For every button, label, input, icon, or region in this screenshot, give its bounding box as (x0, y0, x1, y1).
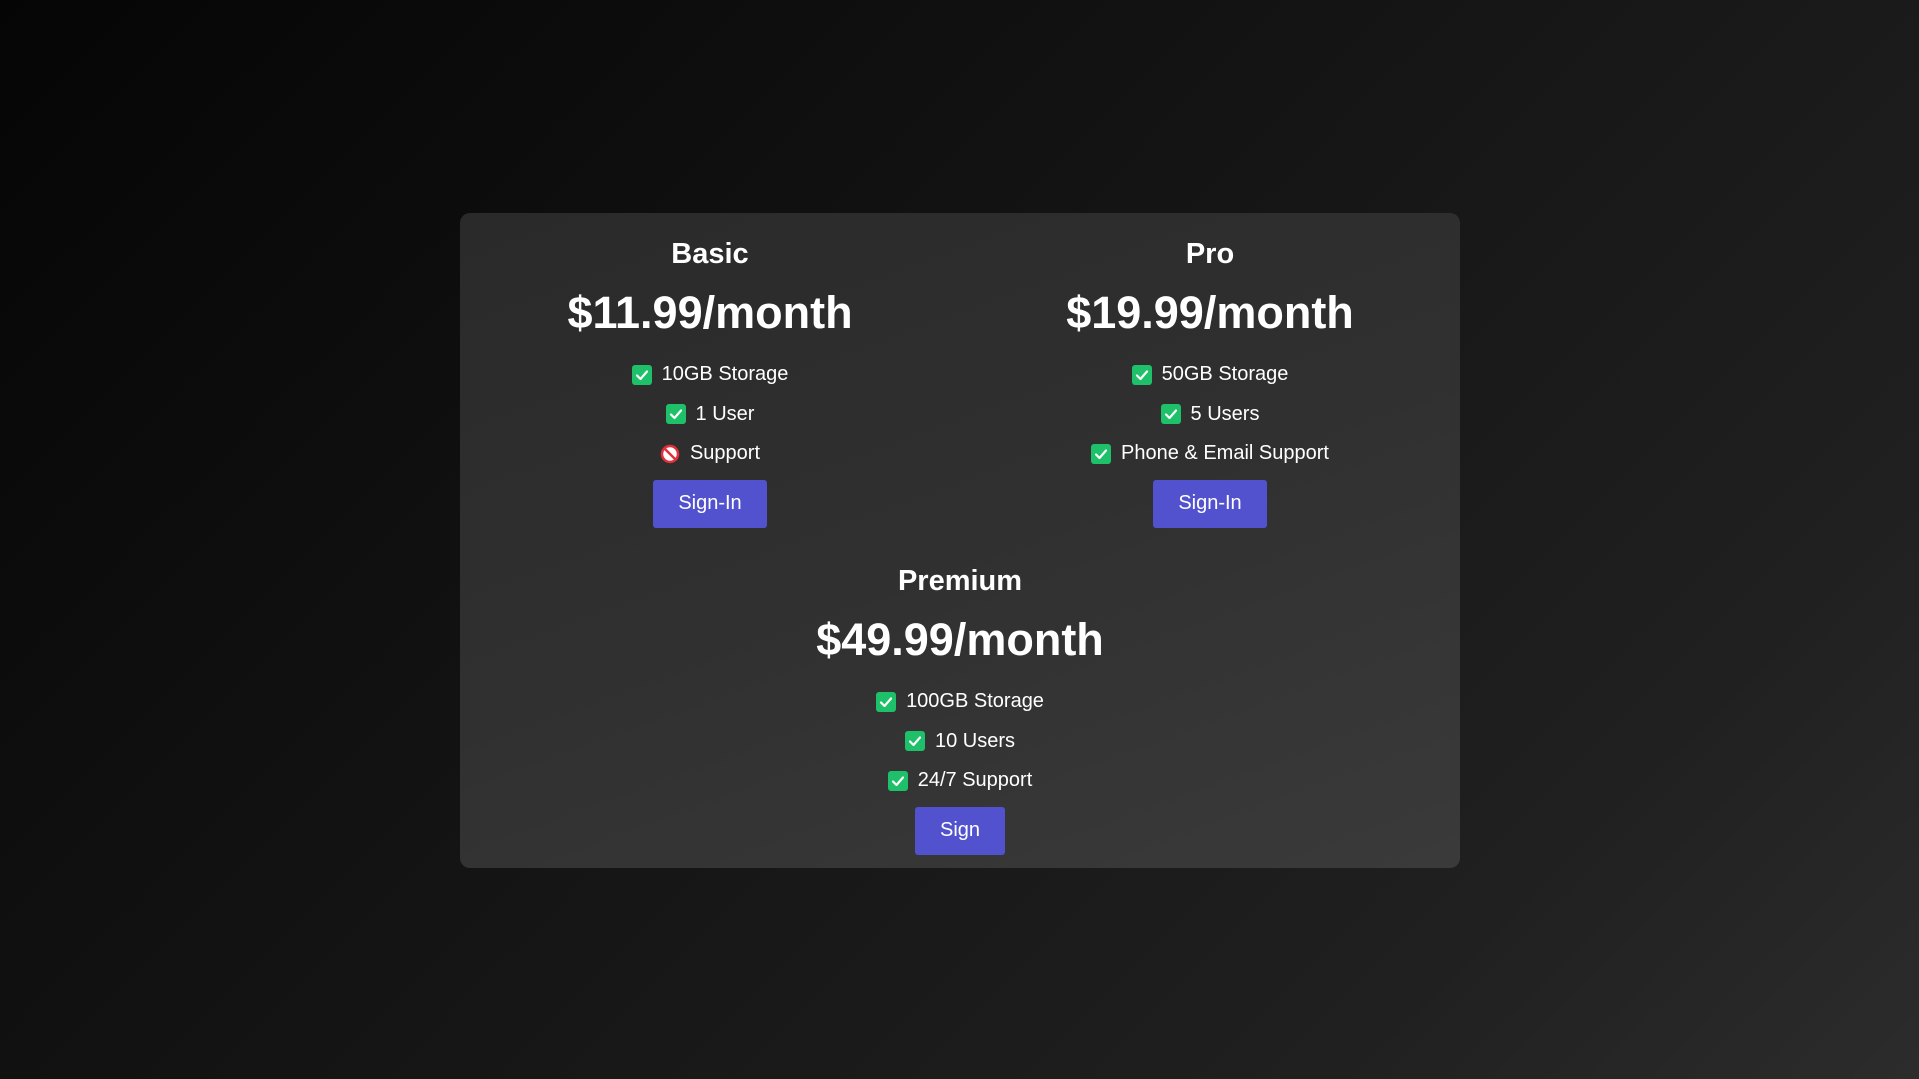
plan-name: Premium (897, 565, 1023, 597)
sign-in-button-pro[interactable]: Sign-In (1153, 479, 1267, 528)
feature-item: 10GB Storage (631, 355, 789, 395)
plan-card-pro: Pro $19.99/month 50GB Storage 5 Users Ph… (960, 237, 1460, 528)
feature-item: Phone & Email Support (1091, 434, 1329, 474)
feature-list: 100GB Storage 10 Users 24/7 Support (876, 682, 1044, 801)
pricing-panel: Basic $11.99/month 10GB Storage 1 User S… (460, 213, 1460, 868)
plan-price: $11.99/month (567, 287, 853, 338)
check-icon (1091, 443, 1112, 464)
feature-label: 100GB Storage (906, 690, 1044, 713)
sign-in-button-basic[interactable]: Sign-In (653, 479, 767, 528)
feature-list: 10GB Storage 1 User Support (631, 355, 789, 474)
check-icon (665, 404, 686, 425)
feature-label: 10 Users (934, 729, 1016, 752)
feature-label: Support (689, 442, 761, 465)
plan-card-premium: Premium $49.99/month 100GB Storage 10 Us… (710, 564, 1210, 855)
sign-button-premium[interactable]: Sign (914, 806, 1006, 855)
feature-item: Support (660, 434, 760, 474)
feature-label: 50GB Storage (1161, 363, 1289, 386)
check-icon (904, 731, 925, 752)
check-icon (887, 770, 908, 791)
plan-price: $19.99/month (1066, 287, 1354, 338)
check-icon (876, 691, 897, 712)
check-icon (1131, 364, 1152, 385)
check-icon (1160, 404, 1181, 425)
feature-label: 10GB Storage (661, 363, 789, 386)
check-icon (631, 364, 652, 385)
feature-item: 100GB Storage (876, 682, 1044, 722)
plan-name: Basic (671, 238, 749, 270)
feature-label: 24/7 Support (917, 769, 1033, 792)
feature-item: 10 Users (904, 722, 1016, 762)
feature-item: 5 Users (1160, 395, 1260, 435)
feature-list: 50GB Storage 5 Users Phone & Email Suppo… (1091, 355, 1329, 474)
plan-price: $49.99/month (816, 614, 1104, 665)
plan-name: Pro (1185, 238, 1235, 270)
prohibited-icon (660, 444, 680, 464)
plan-card-basic: Basic $11.99/month 10GB Storage 1 User S… (460, 237, 960, 528)
feature-label: 1 User (695, 402, 755, 425)
feature-item: 50GB Storage (1131, 355, 1289, 395)
feature-label: 5 Users (1190, 402, 1260, 425)
feature-item: 24/7 Support (887, 761, 1033, 801)
feature-label: Phone & Email Support (1121, 442, 1329, 465)
feature-item: 1 User (665, 395, 755, 435)
